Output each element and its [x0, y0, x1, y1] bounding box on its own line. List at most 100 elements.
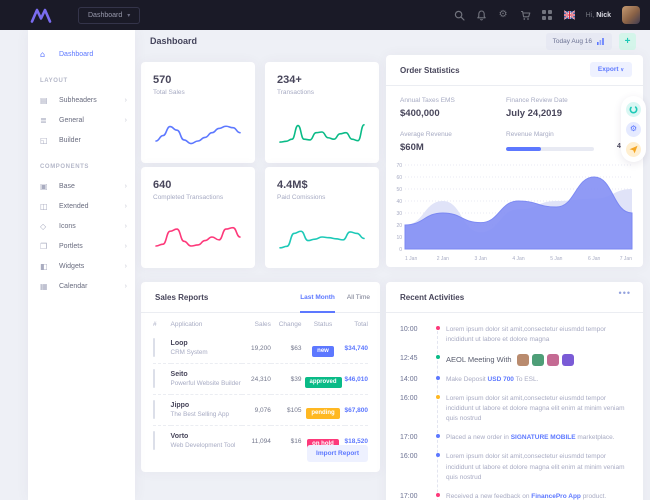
date-filter-button[interactable]: Today Aug 16	[546, 33, 612, 50]
avatar[interactable]	[517, 354, 529, 366]
app-name[interactable]: Jippo	[171, 402, 243, 409]
stat-label: Completed Transactions	[153, 194, 243, 201]
row-checkbox[interactable]	[153, 400, 155, 419]
avatar[interactable]	[562, 354, 574, 366]
quick-send-button[interactable]	[626, 142, 641, 157]
avatar[interactable]	[532, 354, 544, 366]
status-badge: approved	[305, 377, 342, 388]
table-row: Seito Powerful Website Builder 24,310 $3…	[153, 364, 368, 395]
svg-text:6 Jan: 6 Jan	[588, 256, 600, 262]
stat-card-completed-transactions[interactable]: 640 Completed Transactions	[141, 167, 255, 268]
sidebar-item-widgets[interactable]: ◧ Widgets ›	[28, 256, 135, 276]
row-checkbox[interactable]	[153, 369, 155, 388]
gear-icon[interactable]: ⚙	[498, 10, 509, 21]
sidebar-item-portlets[interactable]: ❐ Portlets ›	[28, 236, 135, 256]
row-checkbox[interactable]	[153, 338, 155, 357]
stat-label: Average Revenue	[400, 131, 452, 138]
column-header: Application	[171, 315, 243, 333]
activity-dot	[436, 453, 440, 457]
card-title: Recent Activities	[400, 293, 464, 302]
stat-card-total-sales[interactable]: 570 Total Sales	[141, 62, 255, 163]
meeting-label: AEOL Meeting With	[446, 354, 627, 366]
svg-text:4 Jan: 4 Jan	[512, 256, 524, 262]
quick-settings-button[interactable]: ⚙	[626, 122, 641, 137]
topbar: Dashboard ▾ ⚙ Hi,Nick	[0, 0, 650, 30]
sidebar-item-base[interactable]: ▣ Base ›	[28, 176, 135, 196]
activity-text: Placed a new order in SIGNATURE MOBILE m…	[446, 433, 631, 443]
row-checkbox[interactable]	[153, 431, 155, 450]
svg-text:0: 0	[399, 247, 402, 253]
meeting-avatars	[517, 354, 574, 366]
sidebar: ⌂ Dashboard LAYOUT ▤ Subheaders › ≣ Gene…	[28, 30, 135, 500]
column-header: #	[153, 315, 171, 333]
sales-cell: 9,076	[242, 395, 270, 426]
activity-text: Lorem ipsum dolor sit amit,consectetur e…	[446, 325, 631, 345]
change-cell: $63	[271, 333, 302, 364]
sidebar-item-dashboard[interactable]: ⌂ Dashboard	[28, 44, 135, 64]
activity-time: 16:00	[400, 394, 430, 424]
widgets-icon: ◧	[40, 262, 52, 271]
quick-chat-button[interactable]	[626, 102, 641, 117]
sidebar-section-components: COMPONENTS	[28, 150, 135, 176]
activity-time: 14:00	[400, 375, 430, 385]
order-statistics-card: Order Statistics Export ∨ Annual Taxes E…	[386, 55, 643, 267]
app-name[interactable]: Loop	[171, 340, 243, 347]
export-button[interactable]: Export ∨	[590, 62, 632, 77]
orders-area-chart: 0102030405060701 Jan2 Jan3 Jan4 Jan5 Jan…	[389, 157, 640, 263]
card-title: Order Statistics	[400, 66, 460, 75]
svg-text:7 Jan: 7 Jan	[620, 256, 632, 262]
activity-text: Lorem ipsum dolor sit amit,consectetur e…	[446, 394, 631, 424]
extended-icon: ◫	[40, 202, 52, 211]
builder-icon: ◱	[40, 136, 52, 145]
user-avatar[interactable]	[622, 6, 640, 24]
import-report-button[interactable]: Import Report	[307, 445, 368, 462]
sidebar-item-general[interactable]: ≣ General ›	[28, 110, 135, 130]
topbar-dashboard-dropdown[interactable]: Dashboard ▾	[78, 7, 140, 24]
chevron-right-icon: ›	[125, 117, 127, 124]
sidebar-item-extended[interactable]: ◫ Extended ›	[28, 196, 135, 216]
avatar[interactable]	[547, 354, 559, 366]
apps-grid-icon[interactable]	[542, 10, 553, 21]
app-name[interactable]: Seito	[171, 371, 243, 378]
table-row: Jippo The Best Selling App 9,076 $105 pe…	[153, 395, 368, 426]
stat-card-transactions[interactable]: 234+ Transactions	[265, 62, 379, 163]
chevron-down-icon: ∨	[620, 67, 624, 73]
app-description: CRM System	[171, 349, 243, 356]
subheaders-icon: ▤	[40, 96, 52, 105]
activity-dot	[436, 493, 440, 497]
quick-actions-toolbar: ⚙	[621, 96, 646, 162]
total-cell: $46,010	[345, 364, 369, 395]
sales-reports-card: Sales Reports Last Month All Time # Appl…	[141, 282, 380, 472]
svg-text:2 Jan: 2 Jan	[437, 256, 449, 262]
sidebar-item-icons[interactable]: ◇ Icons ›	[28, 216, 135, 236]
sidebar-item-calendar[interactable]: ▦ Calendar ›	[28, 276, 135, 296]
stat-value: $400,000	[400, 108, 440, 119]
stat-label: Paid Comissions	[277, 194, 367, 201]
stat-value: July 24,2019	[506, 108, 562, 119]
loading-ring-icon	[629, 105, 638, 114]
stat-value: 4.4M$	[277, 179, 367, 191]
tab-all-time[interactable]: All Time	[347, 282, 370, 313]
stat-label: Finance Review Date	[506, 97, 568, 104]
search-icon[interactable]	[454, 10, 465, 21]
more-options-icon[interactable]: •••	[619, 288, 631, 298]
general-icon: ≣	[40, 116, 52, 125]
app-name[interactable]: Vorto	[171, 433, 243, 440]
brand-logo-icon[interactable]	[30, 8, 52, 23]
stat-card-paid-comissions[interactable]: 4.4M$ Paid Comissions	[265, 167, 379, 268]
sidebar-item-builder[interactable]: ◱ Builder	[28, 130, 135, 150]
cart-icon[interactable]	[520, 10, 531, 21]
bell-icon[interactable]	[476, 10, 487, 21]
activity-text: Received a new feedback on FinancePro Ap…	[446, 492, 631, 500]
sales-reports-table: # Application Sales Change Status Total …	[153, 315, 368, 456]
svg-text:60: 60	[396, 175, 402, 181]
chevron-right-icon: ›	[125, 283, 127, 290]
activity-item: 16:00 Lorem ipsum dolor sit amit,consect…	[400, 394, 631, 424]
sidebar-item-subheaders[interactable]: ▤ Subheaders ›	[28, 90, 135, 110]
uk-flag-icon[interactable]	[564, 10, 575, 21]
column-header: Sales	[242, 315, 270, 333]
activity-text: Make Deposit USD 700 To ESL.	[446, 375, 631, 385]
tab-last-month[interactable]: Last Month	[300, 282, 335, 313]
column-header: Status	[302, 315, 345, 333]
add-button[interactable]: +	[619, 33, 636, 50]
